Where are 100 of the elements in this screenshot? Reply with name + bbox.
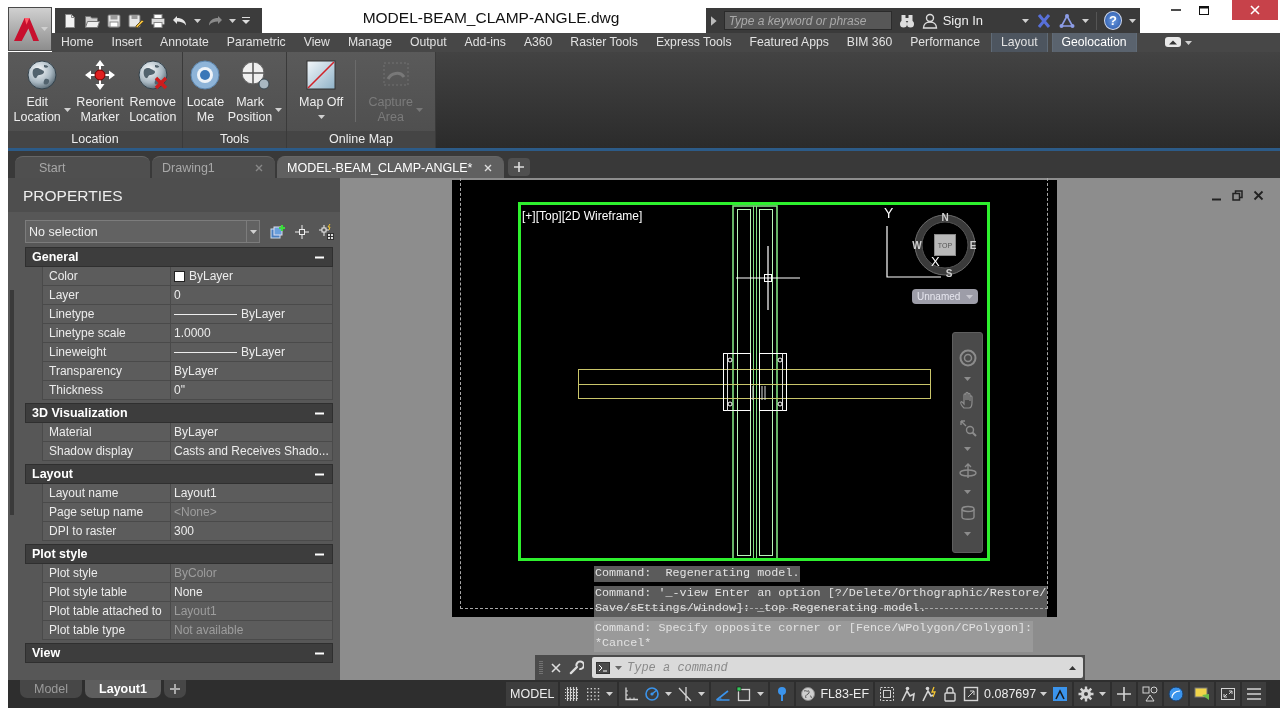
ribbon-tab[interactable]: View — [294, 33, 339, 52]
ribbon-button[interactable]: Locate Me — [186, 59, 225, 125]
customize-caret-icon[interactable] — [242, 17, 250, 24]
ribbon-tab[interactable]: Insert — [102, 33, 151, 52]
ribbon-button[interactable]: Mark Position — [227, 59, 283, 125]
property-value[interactable]: None — [174, 585, 203, 599]
add-selection-icon[interactable] — [270, 223, 286, 240]
section-header[interactable]: Plot style — [25, 544, 333, 564]
caret-icon[interactable] — [1184, 41, 1192, 45]
caret-icon[interactable] — [1099, 692, 1107, 696]
ribbon-tab[interactable]: Featured Apps — [740, 33, 838, 52]
ribbon-tab[interactable]: Geolocation — [1051, 33, 1137, 52]
section-header[interactable]: General — [25, 247, 333, 267]
save-as-icon[interactable] — [128, 12, 144, 29]
caret-icon[interactable] — [698, 692, 706, 696]
orbit-icon[interactable] — [958, 461, 977, 480]
ribbon-tab[interactable]: Add-ins — [455, 33, 515, 52]
document-tab[interactable]: Start — [15, 156, 150, 178]
caret-icon[interactable] — [615, 665, 622, 670]
figure-icon[interactable] — [900, 686, 917, 702]
ribbon-button[interactable]: Reorient Marker — [76, 59, 124, 125]
ribbon-tab[interactable]: Home — [52, 33, 103, 52]
lock-icon[interactable] — [942, 686, 959, 702]
caret-icon[interactable] — [1022, 18, 1030, 23]
selection-dropdown[interactable]: No selection — [25, 220, 260, 243]
caret-icon[interactable] — [665, 692, 673, 696]
document-tab[interactable]: MODEL-BEAM_CLAMP-ANGLE* — [277, 156, 505, 178]
command-line-field[interactable]: Type a command — [592, 657, 1083, 678]
caret-icon[interactable] — [757, 692, 765, 696]
caret-icon[interactable] — [606, 692, 614, 696]
dot-grid-icon[interactable] — [585, 686, 602, 702]
zoom-extents-icon[interactable] — [958, 419, 977, 438]
ribbon-tab[interactable]: Output — [400, 33, 456, 52]
caret-icon[interactable] — [229, 18, 236, 23]
grid-icon[interactable] — [564, 686, 581, 702]
rounded-tab-icon[interactable] — [1164, 37, 1181, 47]
compass-east-label[interactable]: E — [969, 239, 977, 251]
expand-icon[interactable] — [1220, 686, 1237, 702]
new-layout-button[interactable] — [164, 680, 186, 698]
viewport-controls-label[interactable]: [+][Top][2D Wireframe] — [522, 209, 643, 223]
property-value[interactable]: 0 — [174, 288, 181, 302]
compass-ring-icon[interactable] — [914, 214, 976, 276]
property-value[interactable]: 300 — [174, 524, 195, 538]
crossed-lines-icon[interactable] — [677, 686, 694, 702]
printer-icon[interactable] — [150, 12, 166, 29]
framed-square-icon[interactable] — [963, 686, 980, 702]
polar-circle-icon[interactable] — [644, 686, 661, 702]
document-tab[interactable]: Drawing1 — [152, 156, 275, 178]
annotation-scale-button[interactable]: 0.087697 — [984, 687, 1048, 701]
gear-icon[interactable] — [1078, 686, 1095, 702]
pick-crosshair-icon[interactable] — [294, 223, 310, 240]
figure-tile-icon[interactable] — [1052, 686, 1069, 702]
nested-squares-icon[interactable] — [879, 686, 896, 702]
property-value[interactable]: Layout1 — [174, 486, 217, 500]
caret-icon[interactable] — [1129, 18, 1136, 23]
cross-logo-icon[interactable] — [1036, 12, 1053, 29]
close-button[interactable] — [1232, 0, 1278, 20]
new-tab-button[interactable] — [508, 158, 531, 176]
compass-north-label[interactable]: N — [941, 211, 949, 223]
caret-icon[interactable] — [1082, 18, 1090, 23]
menu-icon[interactable] — [1246, 686, 1263, 702]
screen-icon[interactable] — [1194, 686, 1211, 702]
ribbon-button[interactable]: Remove Location — [129, 59, 177, 125]
sign-in-button[interactable]: Sign In — [921, 12, 984, 29]
help-button[interactable]: ? — [1104, 11, 1122, 30]
section-header[interactable]: View — [25, 643, 333, 663]
compass-west-label[interactable]: W — [912, 239, 922, 251]
shapes-icon[interactable] — [1142, 686, 1159, 702]
right-angle-icon[interactable] — [623, 686, 640, 702]
ribbon-button[interactable]: Map Off — [299, 59, 344, 119]
restore-icon[interactable] — [1232, 190, 1243, 201]
new-file-icon[interactable] — [62, 12, 78, 29]
binoculars-icon[interactable] — [898, 12, 915, 29]
snap-square-icon[interactable] — [736, 686, 753, 702]
ribbon-tab[interactable]: Manage — [338, 33, 401, 52]
expand-arrow-icon[interactable] — [711, 15, 717, 26]
property-value[interactable]: 1.0000 — [174, 326, 211, 340]
figure-spark-icon[interactable] — [921, 686, 938, 702]
ribbon-tab[interactable]: Express Tools — [646, 33, 741, 52]
ribbon-tab[interactable]: Layout — [990, 33, 1048, 52]
caret-up-icon[interactable] — [1069, 665, 1076, 670]
cylinder-icon[interactable] — [958, 503, 977, 522]
wheel-icon[interactable] — [958, 349, 977, 368]
wrench-icon[interactable] — [569, 660, 584, 675]
ribbon-tab[interactable]: Parametric — [217, 33, 295, 52]
layout-tab[interactable]: Layout1 — [85, 680, 161, 698]
save-icon[interactable] — [106, 12, 122, 29]
section-header[interactable]: 3D Visualization — [25, 403, 333, 423]
section-header[interactable]: Layout — [25, 464, 333, 484]
close-icon[interactable] — [1253, 190, 1264, 201]
property-value[interactable]: 0" — [174, 383, 185, 397]
ribbon-button[interactable]: Edit Location — [13, 59, 71, 125]
search-field[interactable]: Type a keyword or phrase — [723, 11, 892, 30]
plus-icon[interactable] — [1116, 686, 1133, 702]
command-input[interactable]: Type a command — [627, 660, 1064, 675]
ribbon-tab[interactable]: A360 — [514, 33, 562, 52]
ribbon-tab[interactable]: BIM 360 — [837, 33, 902, 52]
triangle-nodes-icon[interactable] — [1059, 12, 1076, 29]
ribbon-tab[interactable]: Performance — [901, 33, 989, 52]
ribbon-tab[interactable]: Raster Tools — [561, 33, 647, 52]
